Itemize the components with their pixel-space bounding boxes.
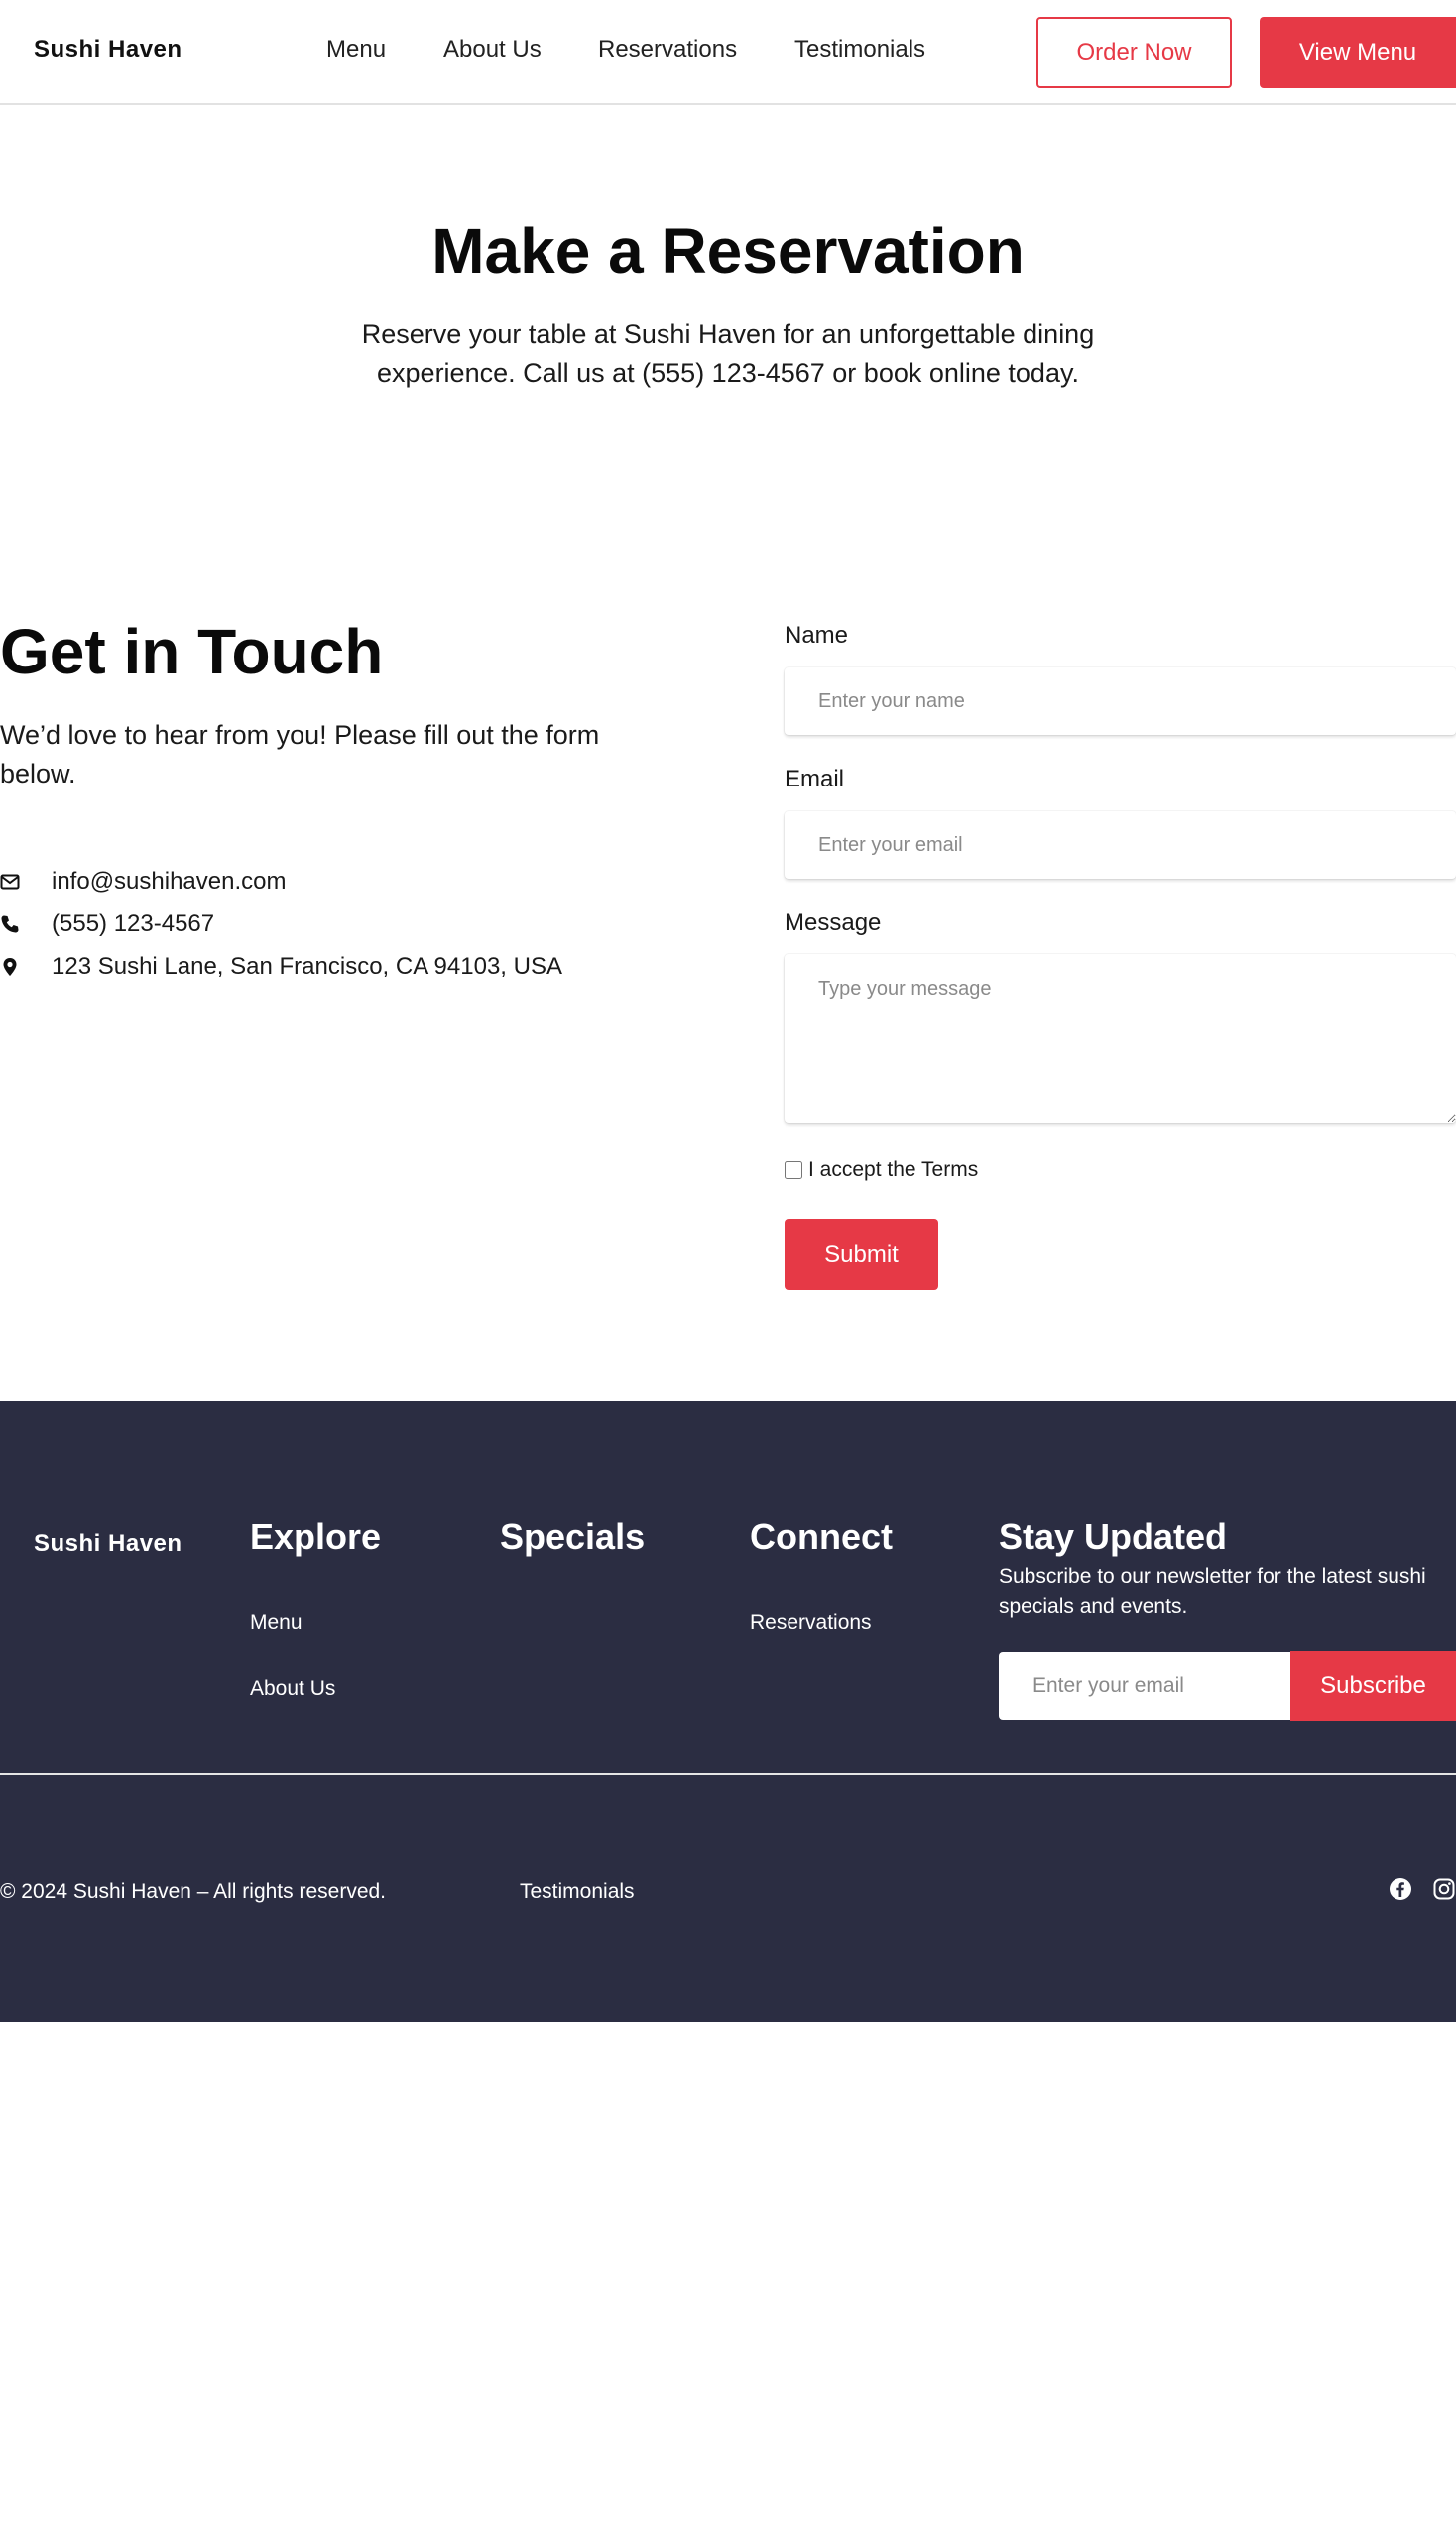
footer-connect-title: Connect: [750, 1516, 893, 1557]
instagram-icon[interactable]: [1432, 1877, 1456, 1901]
footer-logo[interactable]: Sushi Haven: [34, 1530, 182, 1558]
message-textarea[interactable]: [785, 954, 1456, 1123]
site-header: Sushi Haven Menu About Us Reservations T…: [0, 0, 1456, 105]
site-footer: Sushi Haven Explore Menu About Us Specia…: [0, 1401, 1456, 2022]
terms-checkbox[interactable]: [785, 1161, 802, 1179]
terms-label[interactable]: I accept the Terms: [808, 1158, 978, 1182]
email-label: Email: [785, 766, 845, 792]
contact-subtitle: We’d love to hear from you! Please fill …: [0, 720, 600, 788]
nav-link-about-us[interactable]: About Us: [443, 36, 542, 63]
footer-link-testimonials[interactable]: Testimonials: [520, 1880, 635, 1904]
footer-divider: [0, 1773, 1456, 1775]
footer-specials-title: Specials: [500, 1516, 646, 1557]
nav-link-testimonials[interactable]: Testimonials: [794, 36, 925, 63]
footer-explore-title: Explore: [250, 1516, 382, 1557]
message-label: Message: [785, 909, 882, 936]
terms-row: I accept the Terms: [785, 1158, 978, 1182]
contact-address-text: 123 Sushi Lane, San Francisco, CA 94103,…: [52, 953, 562, 980]
map-pin-icon: [0, 957, 20, 977]
order-now-button[interactable]: Order Now: [1036, 17, 1232, 88]
subscribe-button[interactable]: Subscribe: [1290, 1651, 1456, 1721]
nav-link-menu[interactable]: Menu: [326, 36, 386, 63]
contact-email-text[interactable]: info@sushihaven.com: [52, 868, 286, 896]
header-logo[interactable]: Sushi Haven: [34, 36, 182, 63]
contact-phone-text[interactable]: (555) 123-4567: [52, 910, 214, 938]
submit-button[interactable]: Submit: [785, 1219, 938, 1290]
footer-link-menu[interactable]: Menu: [250, 1611, 303, 1634]
nav-link-reservations[interactable]: Reservations: [598, 36, 737, 63]
footer-link-about-us[interactable]: About Us: [250, 1677, 335, 1701]
phone-icon: [0, 914, 20, 934]
name-label: Name: [785, 622, 849, 649]
footer-link-reservations[interactable]: Reservations: [750, 1611, 872, 1634]
footer-newsletter-description: Subscribe to our newsletter for the late…: [999, 1565, 1426, 1618]
facebook-icon[interactable]: [1389, 1877, 1412, 1901]
contact-address: 123 Sushi Lane, San Francisco, CA 94103,…: [0, 953, 562, 981]
newsletter-email-input[interactable]: [999, 1652, 1290, 1720]
footer-newsletter-title: Stay Updated: [999, 1516, 1228, 1557]
footer-copyright: © 2024 Sushi Haven – All rights reserved…: [0, 1880, 387, 1903]
envelope-icon: [0, 872, 20, 892]
contact-phone: (555) 123-4567: [0, 910, 214, 938]
email-input[interactable]: [785, 811, 1456, 879]
view-menu-button[interactable]: View Menu: [1260, 17, 1456, 88]
hero-subtitle: Reserve your table at Sushi Haven for an…: [361, 319, 1095, 388]
name-input[interactable]: [785, 667, 1456, 735]
hero-title: Make a Reservation: [431, 215, 1025, 287]
contact-email: info@sushihaven.com: [0, 868, 286, 896]
contact-title: Get in Touch: [0, 616, 384, 687]
